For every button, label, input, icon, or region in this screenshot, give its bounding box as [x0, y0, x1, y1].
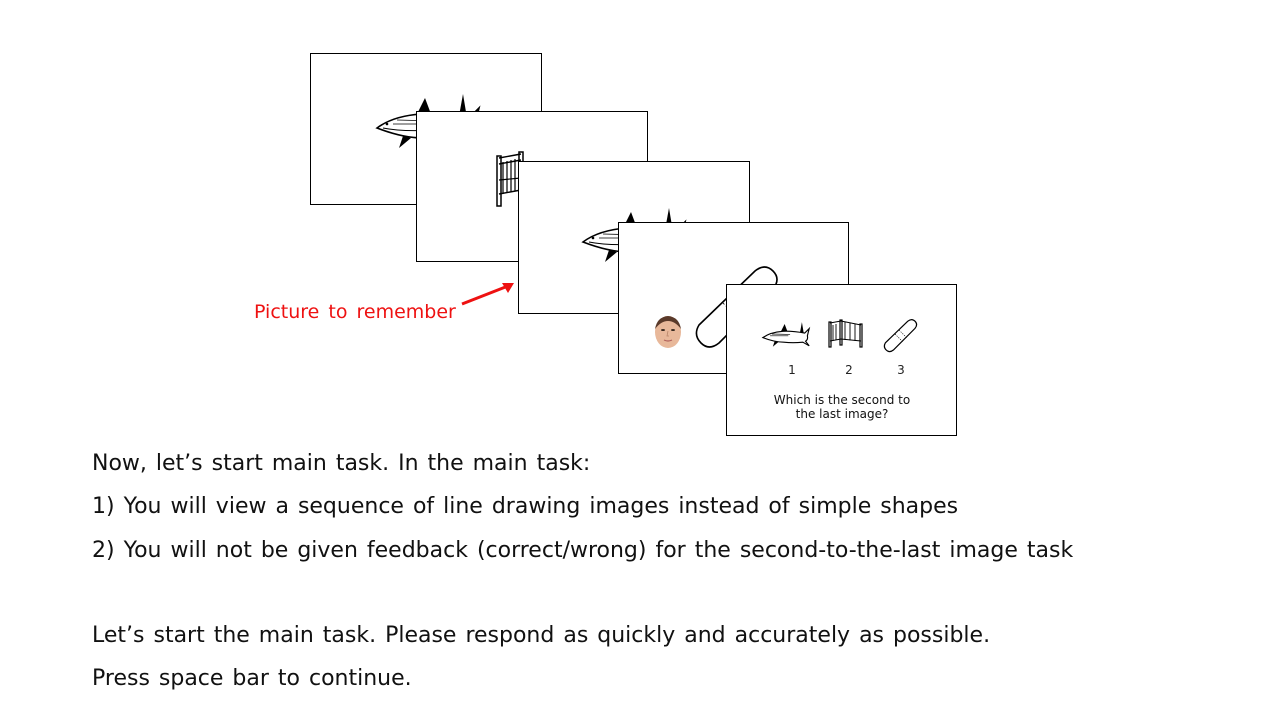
- picture-to-remember-label: Picture to remember: [254, 301, 456, 323]
- instruction-start: Let’s start the main task. Please respon…: [92, 623, 991, 648]
- instruction-point-1: 1) You will view a sequence of line draw…: [92, 494, 959, 519]
- instruction-intro: Now, let’s start main task. In the main …: [92, 451, 591, 476]
- choice-2-number: 2: [845, 363, 853, 377]
- instruction-point-2: 2) You will not be given feedback (corre…: [92, 538, 1074, 563]
- instruction-continue-prompt: Press space bar to continue.: [92, 666, 412, 691]
- question-line-1: Which is the second to: [773, 393, 911, 407]
- choice-3-number: 3: [897, 363, 905, 377]
- question-line-2: the last image?: [795, 407, 889, 421]
- choice-1-shark-icon: [761, 322, 811, 347]
- response-card: 1 2 3 Which is the second to the last im…: [726, 284, 957, 436]
- face-image: [655, 316, 681, 348]
- choice-3-bandage-icon: [883, 319, 918, 353]
- choice-1-number: 1: [788, 363, 796, 377]
- callout-arrow-icon: [461, 283, 514, 306]
- choice-2-crib-icon: [828, 319, 863, 348]
- response-question: Which is the second to the last image?: [747, 393, 937, 421]
